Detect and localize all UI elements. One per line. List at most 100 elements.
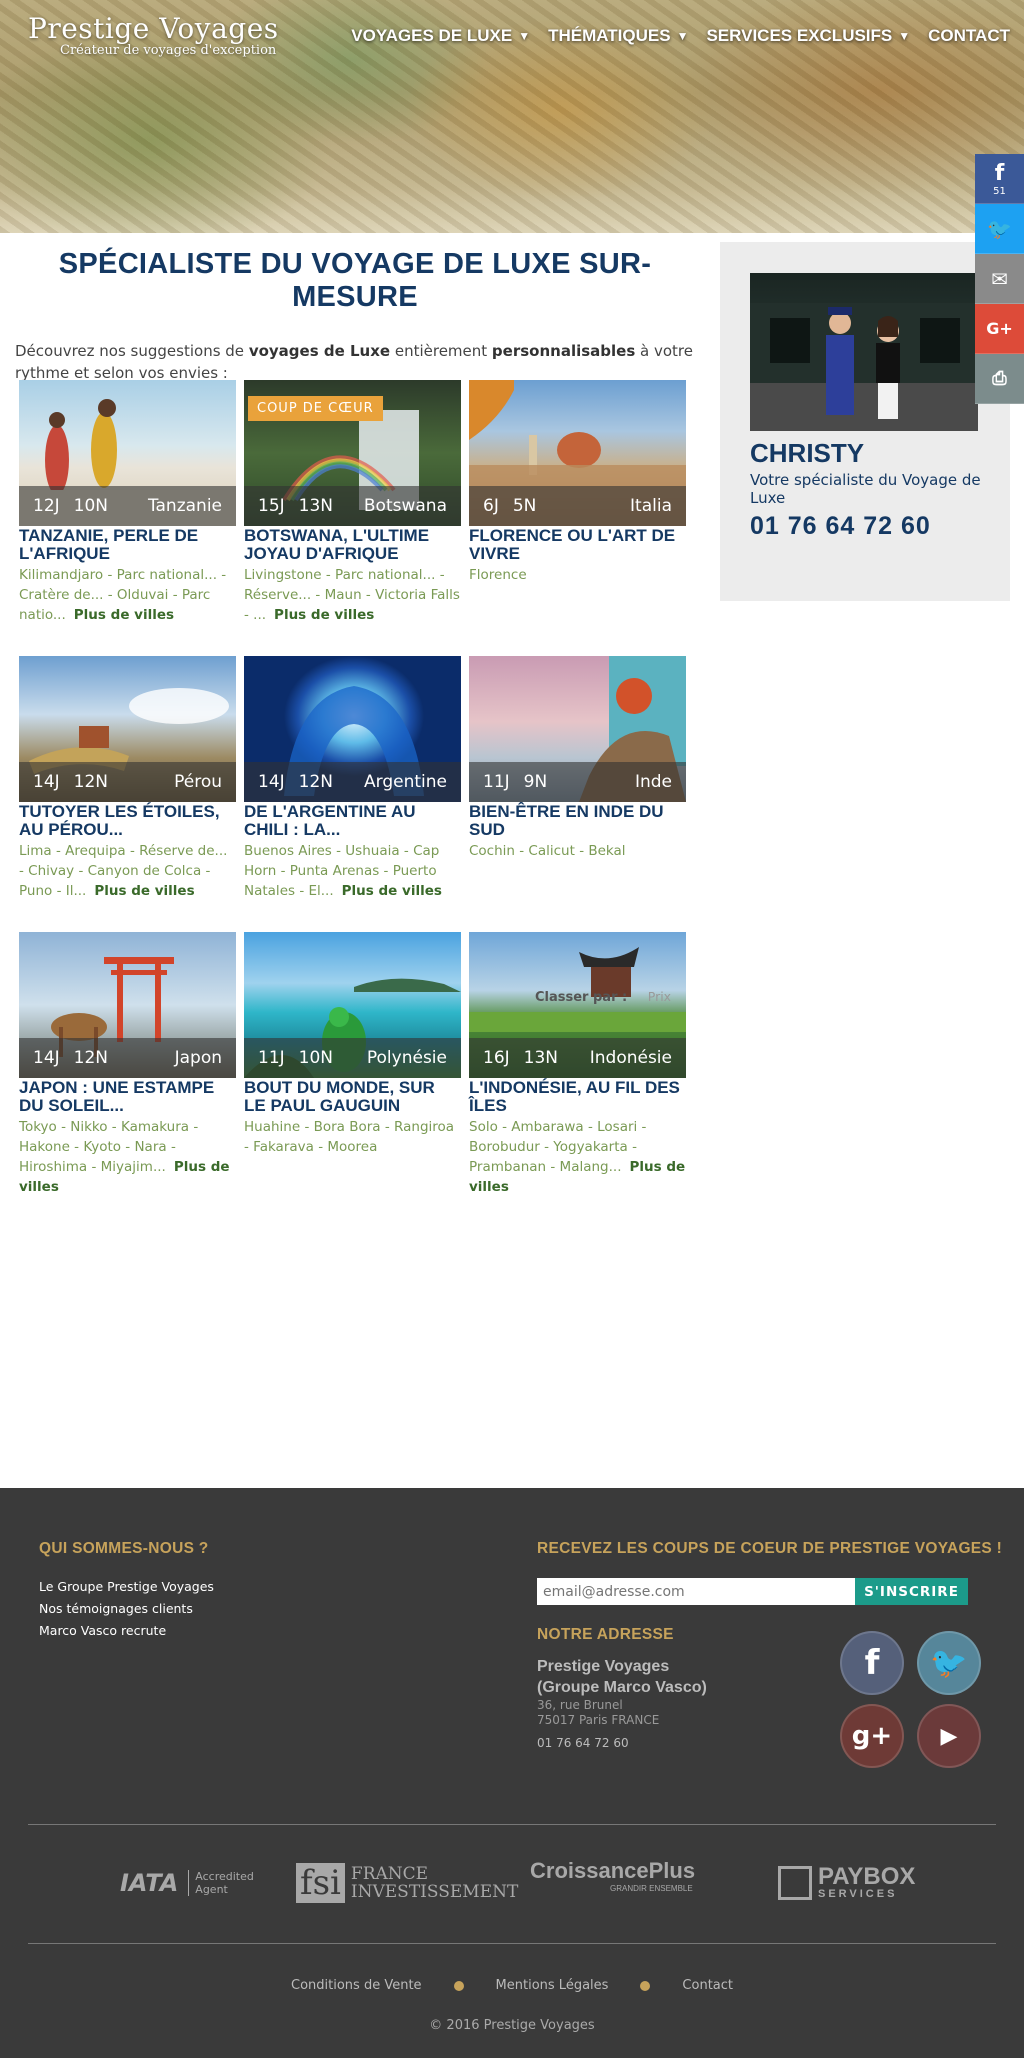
address-phone[interactable]: 01 76 64 72 60 <box>537 1736 707 1750</box>
address-city: 75017 Paris FRANCE <box>537 1713 660 1727</box>
trip-title[interactable]: TUTOYER LES ÉTOILES, AU PÉROU... <box>19 803 236 839</box>
trip-title[interactable]: L'INDONÉSIE, AU FIL DES ÎLES <box>469 1079 686 1115</box>
legal-links: Conditions de Vente Mentions Légales Con… <box>0 1978 1024 1993</box>
trip-days: 16J <box>483 1048 510 1068</box>
more-cities-link[interactable]: Plus de villes <box>342 883 442 899</box>
twitter-icon: 🐦 <box>930 1645 968 1681</box>
header-banner: Prestige Voyages Créateur de voyages d'e… <box>0 0 1024 233</box>
trip-days: 11J <box>483 772 510 792</box>
trip-days: 14J <box>258 772 285 792</box>
more-cities-link[interactable]: Plus de villes <box>274 607 374 623</box>
link-mentions-legales[interactable]: Mentions Légales <box>496 1978 609 1993</box>
trip-country: Pérou <box>174 772 222 792</box>
trip-card[interactable]: 14J 12N Argentine DE L'ARGENTINE AU CHILI… <box>244 656 461 901</box>
trip-nights: 5N <box>512 496 537 516</box>
trip-cities: Tokyo - Nikko - Kamakura - Hakone - Kyot… <box>19 1119 230 1195</box>
paybox-logo: PAYBOX SERVICES <box>778 1858 915 1908</box>
trip-card[interactable]: 11J 10N Polynésie BOUT DU MONDE, SUR LE P… <box>244 932 461 1157</box>
trip-image[interactable]: COUP DE CŒUR 15J 13N Botswana <box>244 380 461 526</box>
trip-card[interactable]: 6J 5N Italia FLORENCE OU L'ART DE VIVRE F… <box>469 380 686 585</box>
trip-title[interactable]: DE L'ARGENTINE AU CHILI : LA... <box>244 803 461 839</box>
newsletter-form: S'INSCRIRE <box>537 1578 968 1605</box>
trip-image[interactable]: 14J 12N Pérou <box>19 656 236 802</box>
trip-image[interactable]: 11J 9N Inde <box>469 656 686 802</box>
cube-icon <box>778 1866 812 1900</box>
more-cities-link[interactable]: Plus de villes <box>74 607 174 623</box>
nav-contact[interactable]: CONTACT <box>928 26 1010 46</box>
twitter-icon: 🐦 <box>987 216 1012 241</box>
trip-image[interactable]: 12J 10N Tanzanie <box>19 380 236 526</box>
separator-dot-icon <box>640 1980 651 1991</box>
trip-days: 11J <box>258 1048 285 1068</box>
trip-image[interactable]: 11J 10N Polynésie <box>244 932 461 1078</box>
trip-days: 6J <box>483 496 499 516</box>
footer: QUI SOMMES-NOUS ? Le Groupe Prestige Voy… <box>0 1488 1024 2058</box>
trip-nights: 12N <box>73 1048 109 1068</box>
trip-days: 15J <box>258 496 285 516</box>
facebook-link[interactable]: f <box>840 1631 904 1695</box>
footer-link-groupe[interactable]: Le Groupe Prestige Voyages <box>39 1576 214 1598</box>
trip-title[interactable]: BIEN-ÊTRE EN INDE DU SUD <box>469 803 686 839</box>
trip-title[interactable]: BOUT DU MONDE, SUR LE PAUL GAUGUIN <box>244 1079 461 1115</box>
about-links: Le Groupe Prestige Voyages Nos témoignag… <box>39 1576 214 1642</box>
trip-duration-bar: 11J 9N Inde <box>469 762 686 802</box>
trip-card[interactable]: 14J 12N Pérou TUTOYER LES ÉTOILES, AU PÉR… <box>19 656 236 901</box>
site-logo[interactable]: Prestige Voyages Créateur de voyages d'e… <box>28 12 279 58</box>
footer-link-recrute[interactable]: Marco Vasco recrute <box>39 1620 214 1642</box>
trip-image[interactable]: 6J 5N Italia <box>469 380 686 526</box>
address-street: 36, rue Brunel <box>537 1698 623 1712</box>
footer-divider <box>28 1824 996 1825</box>
about-heading: QUI SOMMES-NOUS ? <box>39 1540 209 1557</box>
newsletter-email-input[interactable] <box>537 1578 855 1605</box>
trip-title[interactable]: TANZANIE, PERLE DE L'AFRIQUE <box>19 527 236 563</box>
nav-services-exclusifs[interactable]: SERVICES EXCLUSIFS ▼ <box>706 26 910 46</box>
trip-image[interactable]: 14J 12N Argentine <box>244 656 461 802</box>
trip-days: 14J <box>33 1048 60 1068</box>
address-group: (Groupe Marco Vasco) <box>537 1679 707 1696</box>
main-nav: VOYAGES DE LUXE ▼ THÉMATIQUES ▼ SERVICES… <box>351 26 1010 46</box>
nav-thematiques[interactable]: THÉMATIQUES ▼ <box>548 26 688 46</box>
trip-country: Japon <box>174 1048 222 1068</box>
facebook-icon: f <box>864 1643 880 1683</box>
print-button[interactable]: ⎙ <box>975 354 1024 404</box>
footer-link-temoignages[interactable]: Nos témoignages clients <box>39 1598 214 1620</box>
trip-title[interactable]: JAPON : UNE ESTAMPE DU SOLEIL... <box>19 1079 236 1115</box>
share-facebook-button[interactable]: f 51 <box>975 154 1024 204</box>
trip-card[interactable]: 16J 13N Indonésie L'INDONÉSIE, AU FIL DES… <box>469 932 686 1197</box>
share-googleplus-button[interactable]: G+ <box>975 304 1024 354</box>
nav-voyages-de-luxe[interactable]: VOYAGES DE LUXE ▼ <box>351 26 530 46</box>
subscribe-button[interactable]: S'INSCRIRE <box>855 1578 968 1605</box>
trip-image[interactable]: 14J 12N Japon <box>19 932 236 1078</box>
advisor-phone[interactable]: 01 76 64 72 60 <box>750 512 931 541</box>
trip-card[interactable]: COUP DE CŒUR 15J 13N Botswana BOTSWANA, L… <box>244 380 461 625</box>
more-cities-link[interactable]: Plus de villes <box>94 883 194 899</box>
trip-country: Italia <box>630 496 672 516</box>
advisor-train-illustration <box>750 303 978 431</box>
trip-card[interactable]: 12J 10N Tanzanie TANZANIE, PERLE DE L'AFR… <box>19 380 236 625</box>
address-heading: NOTRE ADRESSE <box>537 1626 674 1643</box>
trip-card[interactable]: 11J 9N Inde BIEN-ÊTRE EN INDE DU SUD Coch… <box>469 656 686 861</box>
youtube-link[interactable]: ▶ <box>917 1704 981 1768</box>
trip-card[interactable]: 14J 12N Japon JAPON : UNE ESTAMPE DU SOLE… <box>19 932 236 1197</box>
trip-cities: Buenos Aires - Ushuaia - Cap Horn - Punt… <box>244 843 442 899</box>
trip-duration-bar: 6J 5N Italia <box>469 486 686 526</box>
footer-divider <box>28 1943 996 1944</box>
main-content: SPÉCIALISTE DU VOYAGE DE LUXE SUR-MESURE… <box>15 240 695 1195</box>
link-contact[interactable]: Contact <box>682 1978 733 1993</box>
googleplus-link[interactable]: g+ <box>840 1704 904 1768</box>
share-email-button[interactable]: ✉ <box>975 254 1024 304</box>
youtube-icon: ▶ <box>940 1723 958 1749</box>
fsi-logo: fsi FRANCE INVESTISSEMENT <box>296 1858 518 1908</box>
share-twitter-button[interactable]: 🐦 <box>975 204 1024 254</box>
facebook-icon: f <box>994 160 1005 186</box>
footer-about: QUI SOMMES-NOUS ? Le Groupe Prestige Voy… <box>39 1540 214 1642</box>
link-conditions-de-vente[interactable]: Conditions de Vente <box>291 1978 422 1993</box>
twitter-link[interactable]: 🐦 <box>917 1631 981 1695</box>
trip-image[interactable]: 16J 13N Indonésie <box>469 932 686 1078</box>
sort-option-price[interactable]: Prix <box>648 989 671 1004</box>
trip-nights: 13N <box>298 496 334 516</box>
nav-label: VOYAGES DE LUXE <box>351 26 513 45</box>
trip-title[interactable]: BOTSWANA, L'ULTIME JOYAU D'AFRIQUE <box>244 527 461 563</box>
trip-cities: Kilimandjaro - Parc national... - Cratèr… <box>19 567 227 623</box>
trip-title[interactable]: FLORENCE OU L'ART DE VIVRE <box>469 527 686 563</box>
